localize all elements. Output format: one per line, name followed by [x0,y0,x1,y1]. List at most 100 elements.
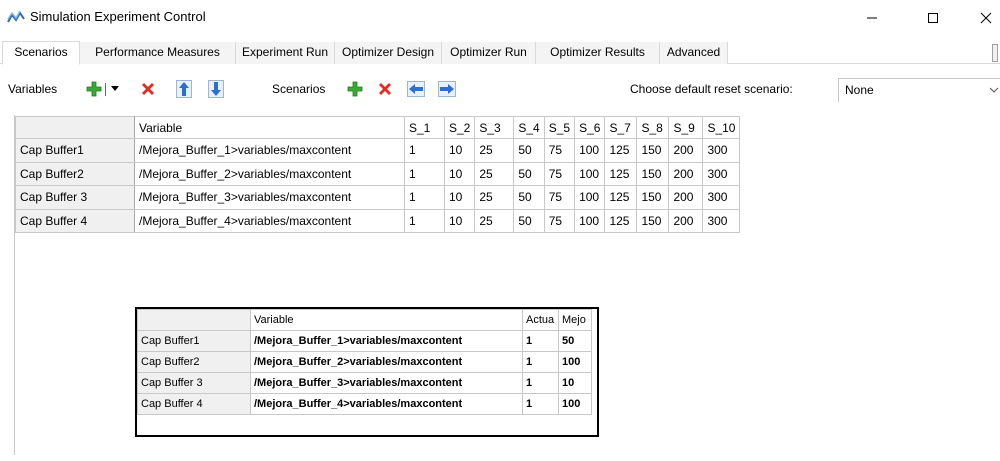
column-header-s10[interactable]: S_10 [702,116,741,139]
add-scenario-button[interactable] [345,78,365,100]
row-header[interactable]: Cap Buffer1 [15,138,135,163]
variable-cell[interactable]: /Mejora_Buffer_3>variables/maxcontent [134,185,405,210]
value-cell[interactable]: 150 [636,208,670,233]
value-cell[interactable]: 25 [474,138,515,163]
minimize-icon [867,17,877,19]
row-header: Cap Buffer 4 [137,393,251,415]
tab-performance-measures[interactable]: Performance Measures [80,42,236,64]
row-header[interactable]: Cap Buffer 3 [15,185,135,210]
column-header-s2[interactable]: S_2 [443,116,476,139]
variable-cell[interactable]: /Mejora_Buffer_4>variables/maxcontent [134,208,405,233]
tab-optimizer-results[interactable]: Optimizer Results [536,42,660,64]
value-cell[interactable]: 125 [604,208,638,233]
column-header-s8[interactable]: S_8 [636,116,670,139]
tab-advanced[interactable]: Advanced [660,42,728,64]
value-cell[interactable]: 25 [474,208,515,233]
value-cell[interactable]: 150 [636,185,670,210]
column-header-s5[interactable]: S_5 [543,116,576,139]
column-header-s1[interactable]: S_1 [404,116,445,139]
inset-column-header-mejora: Mejo [558,309,592,331]
column-header-s6[interactable]: S_6 [574,116,606,139]
value-cell[interactable]: 200 [668,161,704,186]
value-cell[interactable]: 50 [513,138,545,163]
value-cell[interactable]: 1 [404,185,445,210]
minimize-button[interactable] [852,4,892,32]
delete-variable-button[interactable] [138,78,158,100]
column-header-s4[interactable]: S_4 [513,116,545,139]
move-variable-up-button[interactable] [174,78,194,100]
tab-scroll-handle[interactable] [992,44,998,62]
row-header[interactable]: Cap Buffer2 [15,161,135,186]
value-cell[interactable]: 100 [574,138,606,163]
value-cell[interactable]: 75 [543,138,576,163]
arrow-right-icon [438,81,456,97]
tab-strip: Scenarios Performance Measures Experimen… [0,41,1000,65]
arrow-left-icon [407,81,425,97]
value-cell[interactable]: 1 [404,138,445,163]
column-header-s3[interactable]: S_3 [474,116,515,139]
move-scenario-right-button[interactable] [437,78,457,100]
value-cell[interactable]: 200 [668,138,704,163]
value-cell[interactable]: 125 [604,185,638,210]
maximize-button[interactable] [913,4,953,32]
tab-scenarios[interactable]: Scenarios [2,41,80,65]
value-cell[interactable]: 300 [702,208,741,233]
mejora-cell: 10 [558,372,592,394]
value-cell[interactable]: 10 [443,208,476,233]
value-cell[interactable]: 1 [404,208,445,233]
value-cell[interactable]: 10 [443,161,476,186]
table-row: Cap Buffer 4 /Mejora_Buffer_4>variables/… [137,393,592,415]
default-reset-select[interactable]: None [838,78,1000,102]
value-cell[interactable]: 150 [636,138,670,163]
mejora-cell: 50 [558,330,592,352]
delete-scenario-button[interactable] [375,78,395,100]
value-cell[interactable]: 200 [668,208,704,233]
add-variable-button[interactable] [84,78,104,100]
dropdown-arrow-icon [111,86,119,91]
table-row: Cap Buffer2 /Mejora_Buffer_2>variables/m… [137,351,592,373]
value-cell[interactable]: 1 [404,161,445,186]
value-cell[interactable]: 150 [636,161,670,186]
value-cell[interactable]: 10 [443,138,476,163]
close-button[interactable] [966,4,1000,32]
column-header-s7[interactable]: S_7 [604,116,638,139]
row-header: Cap Buffer2 [137,351,251,373]
tab-optimizer-run[interactable]: Optimizer Run [442,42,536,64]
value-cell[interactable]: 10 [443,185,476,210]
value-cell[interactable]: 300 [702,138,741,163]
value-cell[interactable]: 50 [513,161,545,186]
value-cell[interactable]: 100 [574,208,606,233]
value-cell[interactable]: 25 [474,161,515,186]
value-cell[interactable]: 100 [574,161,606,186]
tab-optimizer-design[interactable]: Optimizer Design [335,42,442,64]
row-header[interactable]: Cap Buffer 4 [15,208,135,233]
chevron-down-icon [989,87,999,93]
inset-column-header-actual: Actua [522,309,559,331]
tab-experiment-run[interactable]: Experiment Run [236,42,335,64]
column-header-variable[interactable]: Variable [134,116,405,139]
value-cell[interactable]: 200 [668,185,704,210]
value-cell[interactable]: 125 [604,161,638,186]
title-bar: Simulation Experiment Control [0,0,1000,36]
add-variable-dropdown[interactable] [108,78,122,100]
value-cell[interactable]: 50 [513,208,545,233]
grid-corner-cell [15,116,135,139]
value-cell[interactable]: 50 [513,185,545,210]
move-variable-down-button[interactable] [206,78,226,100]
value-cell[interactable]: 125 [604,138,638,163]
table-row: Cap Buffer 3 /Mejora_Buffer_3>variables/… [137,372,592,394]
value-cell[interactable]: 75 [543,161,576,186]
value-cell[interactable]: 300 [702,161,741,186]
value-cell[interactable]: 100 [574,185,606,210]
value-cell[interactable]: 75 [543,185,576,210]
value-cell[interactable]: 25 [474,185,515,210]
value-cell[interactable]: 75 [543,208,576,233]
variable-cell[interactable]: /Mejora_Buffer_2>variables/maxcontent [134,161,405,186]
value-cell[interactable]: 300 [702,185,741,210]
mejora-cell: 100 [558,351,592,373]
variable-cell[interactable]: /Mejora_Buffer_1>variables/maxcontent [134,138,405,163]
inset-column-header-variable: Variable [250,309,523,331]
move-scenario-left-button[interactable] [406,78,426,100]
row-header: Cap Buffer1 [137,330,251,352]
column-header-s9[interactable]: S_9 [668,116,704,139]
